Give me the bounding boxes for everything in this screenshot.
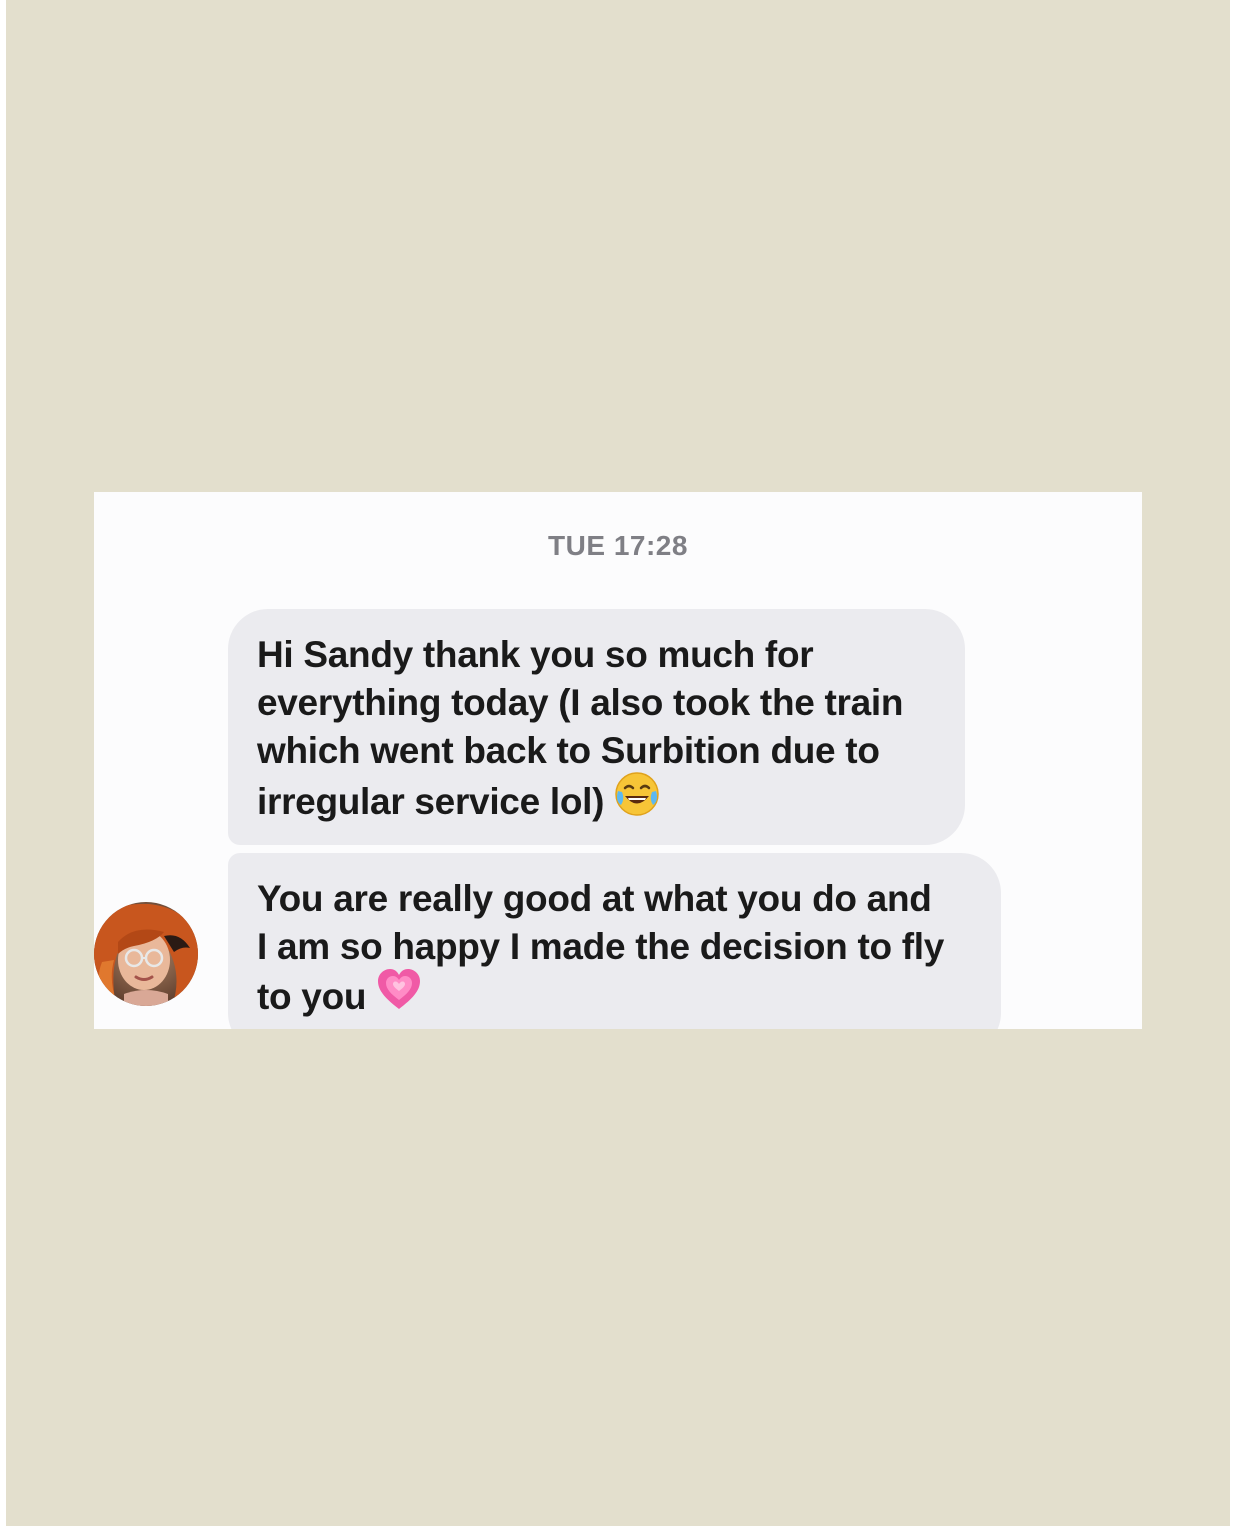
message-timestamp: TUE 17:28 xyxy=(548,530,688,561)
message-text-line-last: irregular service lol) xyxy=(257,772,945,833)
message-text-line: which went back to Surbition due to xyxy=(257,730,880,771)
chat-screenshot: TUE 17:28 Hi Sandy thank you so much for… xyxy=(94,492,1142,1029)
message-text-line: I am so happy I made the decision to fly xyxy=(257,926,945,967)
message-bubble[interactable]: Hi Sandy thank you so much for everythin… xyxy=(228,609,965,845)
face-with-tears-of-joy-icon xyxy=(614,771,660,829)
message-text: to you xyxy=(257,975,367,1017)
message-bubble[interactable]: You are really good at what you do and I… xyxy=(228,853,1001,1029)
message-text-line: You are really good at what you do and xyxy=(257,878,932,919)
message-text-line-last: to you xyxy=(257,969,981,1027)
message-text-line: everything today (I also took the train xyxy=(257,682,904,723)
avatar[interactable] xyxy=(94,902,198,1006)
growing-heart-icon xyxy=(376,967,422,1023)
message-text: irregular service lol) xyxy=(257,780,605,822)
message-text-line: Hi Sandy thank you so much for xyxy=(257,634,814,675)
